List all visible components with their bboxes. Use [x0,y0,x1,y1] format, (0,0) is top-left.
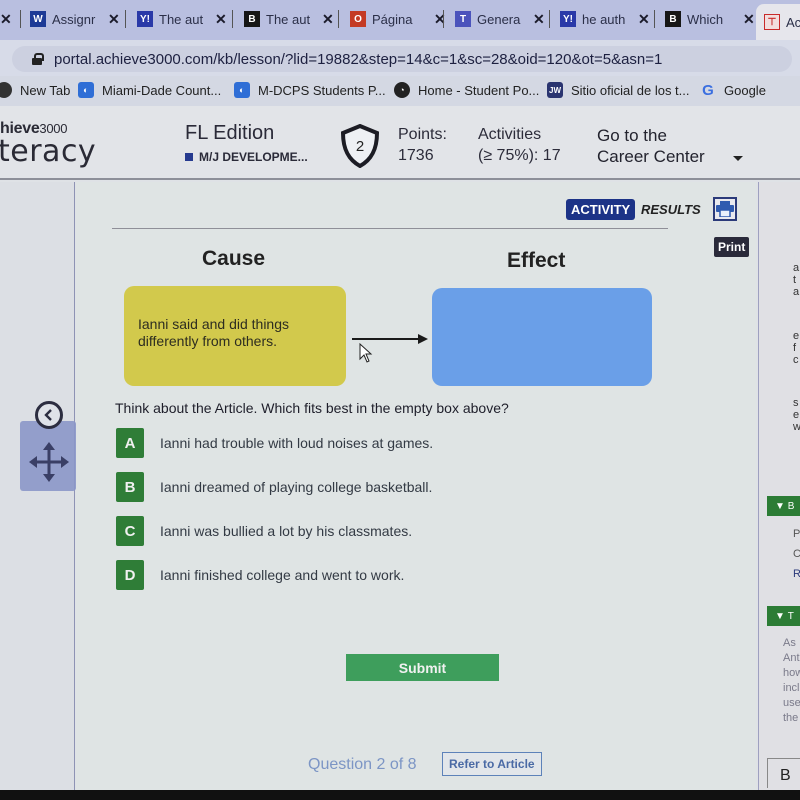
browser-tab[interactable]: Y! he auth ✕ [560,6,650,32]
answer-option-a[interactable]: A Ianni had trouble with loud noises at … [116,428,433,458]
effect-heading: Effect [507,249,566,272]
yahoo-icon: Y! [137,11,153,27]
divider [112,228,668,229]
triangle-down-icon: ▼ [775,610,785,622]
office-icon: O [350,11,366,27]
refer-to-article-button[interactable]: Refer to Article [442,752,542,776]
question-counter: Question 2 of 8 [308,756,417,773]
bookmarks-bar: New Tab ◐ Miami-Dade Count... ◐ M-DCPS S… [0,76,800,106]
cause-heading: Cause [202,247,266,270]
option-text: Ianni dreamed of playing college basketb… [160,479,433,495]
achieve3000-app: hieve3000 teracy FL Edition M/J DEVELOPM… [0,106,800,790]
address-bar: portal.achieve3000.com/kb/lesson/?lid=19… [0,40,800,76]
level-shield-badge: 2 [340,124,380,168]
edition-title: FL Edition [185,122,275,144]
activity-content: ACTIVITY RESULTS Print Cause Effect Iann… [76,182,756,790]
course-selector[interactable]: M/J DEVELOPME... [185,150,308,164]
browser-tab[interactable]: W Assignr ✕ [30,6,120,32]
panel-section-header[interactable]: ▼ T [767,606,800,626]
option-text: Ianni was bullied a lot by his classmate… [160,523,413,539]
close-tab-icon[interactable]: ✕ [743,11,755,28]
points-display: Points: 1736 [398,126,447,164]
option-letter: B [116,472,144,502]
app-header: hieve3000 teracy FL Edition M/J DEVELOPM… [0,106,800,180]
word-icon: W [30,11,46,27]
browser-tab[interactable]: B The aut ✕ [244,6,334,32]
tab-results[interactable]: RESULTS [641,202,701,217]
option-text: Ianni finished college and went to work. [160,567,405,583]
answer-option-d[interactable]: D Ianni finished college and went to wor… [116,560,404,590]
print-button[interactable] [713,197,737,221]
url-text: portal.achieve3000.com/kb/lesson/?lid=19… [54,50,663,68]
triangle-down-icon: ▼ [775,500,785,512]
answer-option-c[interactable]: C Ianni was bullied a lot by his classma… [116,516,412,546]
bookmark-mdcps-students[interactable]: ◐ M-DCPS Students P... [234,82,386,98]
cause-box: Ianni said and did things differently fr… [124,286,346,386]
submit-button[interactable]: Submit [346,654,499,681]
brainly-icon: B [665,11,681,27]
option-letter: C [116,516,144,546]
course-color-square [185,153,193,161]
lock-icon [32,53,44,65]
browser-tab[interactable]: T Genera ✕ [455,6,545,32]
url-field[interactable]: portal.achieve3000.com/kb/lesson/?lid=19… [12,46,792,72]
yahoo-icon: Y! [560,11,576,27]
move-arrows-icon[interactable] [28,441,70,483]
screen-bezel [0,790,800,800]
back-arrow-button[interactable] [35,401,63,429]
close-tab-icon[interactable]: ✕ [0,11,12,28]
teams-icon: T [455,11,471,27]
close-tab-icon[interactable]: ✕ [108,11,120,28]
browser-tab[interactable]: Y! The aut ✕ [137,6,227,32]
portal-icon: ◔ [394,82,410,98]
panel-section-header[interactable]: ▼ B [767,496,800,516]
close-tab-icon[interactable]: ✕ [215,11,227,28]
answer-option-b[interactable]: B Ianni dreamed of playing college baske… [116,472,432,502]
browser-tab-bar: ✕ W Assignr ✕ Y! The aut ✕ B The aut ✕ O… [0,0,800,40]
browser-tab-partial[interactable]: ✕ [0,6,12,32]
right-side-panel: a t a e f c s e w ▼ B P C R ▼ T As Ant h… [758,182,800,790]
jw-icon: JW [547,82,563,98]
mdcps-icon: ◐ [234,82,250,98]
option-letter: D [116,560,144,590]
question-prompt: Think about the Article. Which fits best… [115,400,509,416]
close-tab-icon[interactable]: ✕ [322,11,334,28]
bookmark-jw[interactable]: JW Sitio oficial de los t... [547,82,690,98]
browser-tab[interactable]: B Which ✕ [665,6,755,32]
browser-tab[interactable]: O Página ✕ [350,6,446,32]
effect-drop-box[interactable] [432,288,652,386]
bookmark-google[interactable]: G Google [700,81,766,99]
mdcps-icon: ◐ [78,82,94,98]
panel-section-text: As Ant how incl use the [783,637,800,724]
panel-bottom-button[interactable]: B [767,758,800,788]
chevron-left-icon [44,409,52,421]
print-tooltip: Print [714,237,750,257]
achieve-icon: ⊤ [764,14,780,30]
level-number: 2 [356,138,364,155]
tab-activity[interactable]: ACTIVITY [566,199,636,220]
activities-display: Activities (≥ 75%): 17 [478,126,561,164]
bookmark-miami-dade[interactable]: ◐ Miami-Dade Count... [78,82,221,98]
close-tab-icon[interactable]: ✕ [533,11,545,28]
logo-wordmark: teracy [0,134,97,169]
bookmark-student-portal[interactable]: ◔ Home - Student Po... [394,82,539,98]
option-text: Ianni had trouble with loud noises at ga… [160,435,434,451]
browser-tab-active[interactable]: ⊤ Ac [756,4,800,40]
option-letter: A [116,428,144,458]
chevron-down-icon[interactable] [733,156,743,161]
bookmark-new-tab[interactable]: New Tab [0,82,70,98]
printer-icon [716,201,734,217]
career-center-link[interactable]: Go to the Career Center [597,125,705,167]
brainly-icon: B [244,11,260,27]
mouse-cursor-icon [359,343,373,363]
close-tab-icon[interactable]: ✕ [638,11,650,28]
globe-icon [0,82,12,98]
google-icon: G [702,81,714,99]
